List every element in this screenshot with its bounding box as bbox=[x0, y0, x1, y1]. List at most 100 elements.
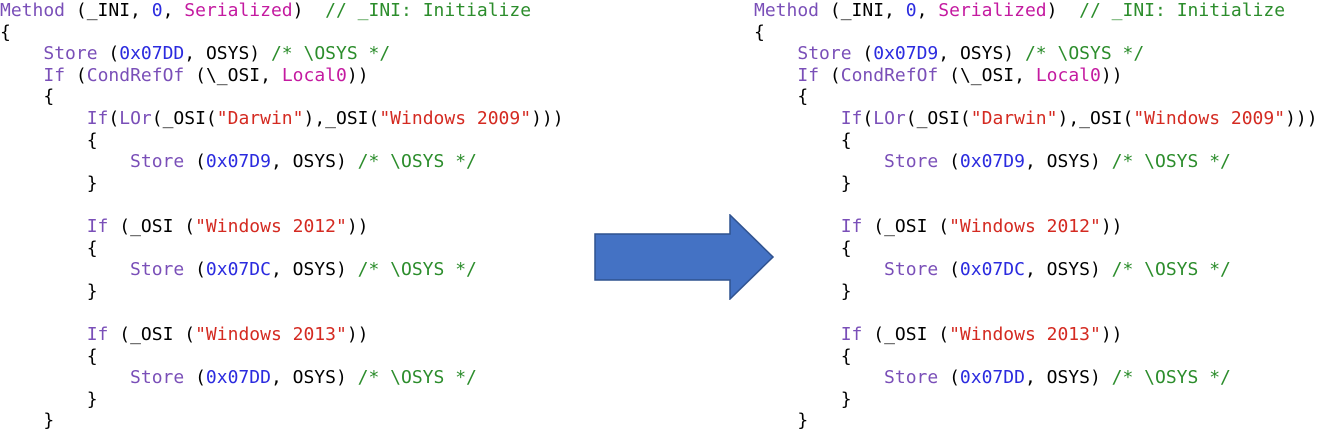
code-token-keyword: If bbox=[797, 64, 820, 86]
code-token-plain: ( bbox=[108, 107, 120, 129]
code-token-string: "Windows 2013" bbox=[949, 323, 1101, 345]
code-panel-before: Method (_INI, 0, Serialized) // _INI: In… bbox=[0, 0, 564, 432]
code-line: { bbox=[0, 238, 564, 260]
code-token-number: 0x07DD bbox=[119, 43, 185, 65]
code-token-plain: )) bbox=[346, 323, 369, 345]
code-token-plain: ( bbox=[938, 259, 960, 281]
code-token-number: 0x07DD bbox=[959, 367, 1025, 389]
code-token-string: "Windows 2012" bbox=[195, 215, 347, 237]
code-token-plain: } bbox=[0, 388, 98, 410]
code-token-plain: { bbox=[754, 237, 852, 259]
code-line: If(LOr(_OSI("Darwin"),_OSI("Windows 2009… bbox=[0, 108, 564, 130]
code-line: { bbox=[754, 130, 1318, 152]
code-line: Method (_INI, 0, Serialized) // _INI: In… bbox=[754, 0, 1318, 22]
code-line: Store (0x07DD, OSYS) /* \OSYS */ bbox=[0, 43, 564, 65]
code-line: } bbox=[754, 410, 1318, 432]
code-token-plain: , OSYS) bbox=[270, 367, 358, 389]
code-line: If (_OSI ("Windows 2012")) bbox=[0, 216, 564, 238]
code-token-comment: /* \OSYS */ bbox=[1111, 151, 1231, 173]
code-token-plain: )) bbox=[346, 64, 369, 86]
code-token-string: "Darwin" bbox=[216, 107, 304, 129]
code-token-number: 0x07D9 bbox=[873, 43, 939, 65]
code-token-number: 0x07DC bbox=[205, 259, 271, 281]
code-token-plain: } bbox=[0, 280, 98, 302]
code-token-plain: (_INI, bbox=[65, 0, 152, 21]
code-token-keyword: Store bbox=[884, 151, 939, 173]
code-token-keyword: CondRefOf bbox=[86, 64, 185, 86]
code-token-plain: , OSYS) bbox=[938, 43, 1025, 65]
code-token-plain: , OSYS) bbox=[270, 259, 358, 281]
code-line: } bbox=[0, 410, 564, 432]
code-token-comment: // _INI: Initialize bbox=[1079, 0, 1286, 21]
code-token-plain: { bbox=[0, 21, 11, 43]
code-token-keyword: Store bbox=[797, 43, 852, 65]
code-token-plain: , OSYS) bbox=[184, 43, 271, 65]
code-token-keyword: Method bbox=[754, 0, 820, 21]
code-token-plain: { bbox=[754, 345, 852, 367]
code-token-plain: { bbox=[754, 21, 765, 43]
code-line: { bbox=[0, 86, 564, 108]
code-token-special: Serialized bbox=[184, 0, 293, 21]
code-token-plain: (\_OSI, bbox=[938, 64, 1036, 86]
code-token-plain: { bbox=[0, 129, 98, 151]
code-line: Store (0x07DD, OSYS) /* \OSYS */ bbox=[754, 367, 1318, 389]
code-token-plain: ( bbox=[97, 43, 120, 65]
code-line: { bbox=[754, 346, 1318, 368]
code-token-special: Local0 bbox=[1035, 64, 1101, 86]
code-token-keyword: If bbox=[86, 215, 109, 237]
code-line: If (_OSI ("Windows 2013")) bbox=[754, 324, 1318, 346]
code-token-plain: , OSYS) bbox=[1024, 151, 1112, 173]
code-line: If (CondRefOf (\_OSI, Local0)) bbox=[754, 65, 1318, 87]
code-line: { bbox=[0, 22, 564, 44]
code-token-plain: } bbox=[754, 172, 852, 194]
code-token-plain: ) bbox=[292, 0, 326, 21]
code-line: If (_OSI ("Windows 2012")) bbox=[754, 216, 1318, 238]
code-token-plain: } bbox=[754, 280, 852, 302]
code-token-number: 0x07D9 bbox=[959, 151, 1025, 173]
code-token-plain: )) bbox=[1100, 64, 1123, 86]
code-token-string: "Windows 2009" bbox=[379, 107, 532, 129]
code-token-plain: , OSYS) bbox=[270, 151, 358, 173]
code-line: } bbox=[754, 389, 1318, 411]
code-line: { bbox=[754, 22, 1318, 44]
code-token-number: 0 bbox=[151, 0, 163, 21]
code-line: If (CondRefOf (\_OSI, Local0)) bbox=[0, 65, 564, 87]
code-line: Store (0x07DC, OSYS) /* \OSYS */ bbox=[0, 259, 564, 281]
code-token-keyword: LOr bbox=[119, 107, 152, 129]
code-token-plain: (_OSI( bbox=[151, 107, 217, 129]
code-line: { bbox=[0, 130, 564, 152]
code-token-keyword: LOr bbox=[873, 107, 906, 129]
code-token-plain: )) bbox=[346, 215, 369, 237]
code-token-plain: ( bbox=[938, 367, 960, 389]
code-token-plain: (_OSI ( bbox=[862, 323, 950, 345]
code-token-string: "Windows 2013" bbox=[195, 323, 347, 345]
code-token-keyword: If bbox=[840, 215, 863, 237]
code-token-number: 0x07DD bbox=[205, 367, 271, 389]
code-token-plain: ( bbox=[862, 107, 874, 129]
code-token-keyword: Store bbox=[884, 367, 939, 389]
code-token-comment: /* \OSYS */ bbox=[270, 43, 391, 65]
code-token-plain: } bbox=[754, 388, 852, 410]
code-token-plain: , bbox=[916, 0, 939, 21]
code-token-keyword: Store bbox=[884, 259, 939, 281]
code-token-special: Serialized bbox=[938, 0, 1047, 21]
code-line: Method (_INI, 0, Serialized) // _INI: In… bbox=[0, 0, 564, 22]
code-token-plain: { bbox=[754, 129, 852, 151]
code-token-plain: ),_OSI( bbox=[1057, 107, 1134, 129]
right-arrow-shape bbox=[594, 214, 774, 300]
code-token-plain: ( bbox=[184, 367, 206, 389]
code-token-keyword: If bbox=[43, 64, 66, 86]
